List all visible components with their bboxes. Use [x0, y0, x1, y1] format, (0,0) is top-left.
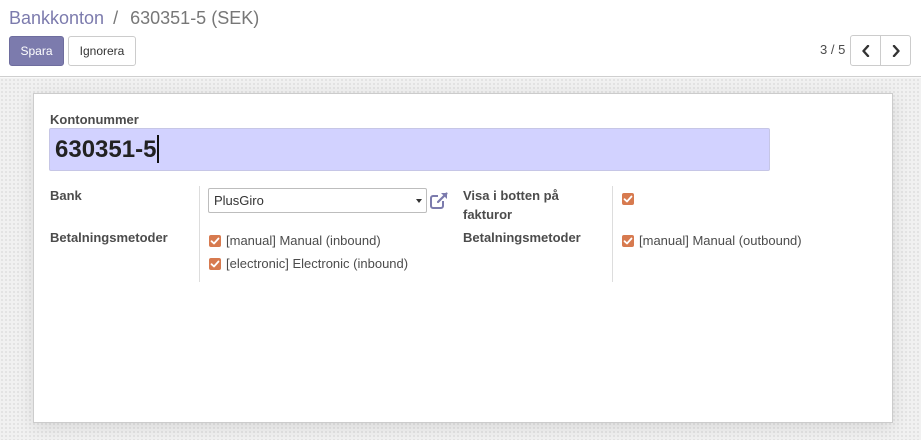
chevron-left-icon	[861, 44, 869, 57]
save-button[interactable]: Spara	[9, 36, 64, 66]
inbound-methods-label: Betalningsmetoder	[50, 230, 168, 245]
outbound-manual-label[interactable]: [manual] Manual (outbound)	[639, 233, 802, 249]
inbound-manual-checkbox[interactable]	[209, 235, 221, 247]
bank-label: Bank	[50, 188, 82, 203]
breadcrumb-separator: /	[113, 8, 119, 28]
account-number-label: Kontonummer	[50, 112, 139, 127]
inbound-electronic-checkbox[interactable]	[209, 258, 221, 270]
bank-select[interactable]: PlusGiro	[208, 188, 427, 213]
account-number-value: 630351-5	[55, 136, 157, 163]
pager-previous-button[interactable]	[850, 35, 881, 66]
inbound-manual-label[interactable]: [manual] Manual (inbound)	[226, 233, 381, 249]
breadcrumb-parent-link[interactable]: Bankkonton	[9, 8, 104, 28]
account-number-input[interactable]: 630351-5	[49, 128, 770, 171]
inbound-electronic-label[interactable]: [electronic] Electronic (inbound)	[226, 256, 408, 272]
caret-down-icon	[416, 199, 422, 203]
checkmark-icon	[210, 260, 220, 268]
outbound-methods-label: Betalningsmetoder	[463, 230, 581, 245]
control-panel: Bankkonton / 630351-5 (SEK) Spara Ignore…	[0, 0, 921, 77]
breadcrumb-current: 630351-5 (SEK)	[130, 8, 260, 28]
text-cursor	[157, 134, 159, 163]
checkmark-icon	[623, 237, 633, 245]
breadcrumb: Bankkonton / 630351-5 (SEK)	[9, 7, 259, 29]
show-on-invoice-label: Visa i botten på fakturor	[463, 188, 559, 222]
external-link-icon[interactable]	[429, 191, 449, 211]
chevron-right-icon	[892, 44, 900, 57]
checkmark-icon	[210, 237, 220, 245]
right-group-divider	[612, 186, 613, 282]
show-on-invoice-checkbox[interactable]	[622, 193, 634, 205]
outbound-manual-checkbox[interactable]	[622, 235, 634, 247]
left-group-divider	[199, 186, 200, 282]
pager-next-button[interactable]	[880, 35, 911, 66]
checkmark-icon	[623, 195, 633, 203]
discard-button[interactable]: Ignorera	[68, 36, 136, 66]
pager-value[interactable]: 3 / 5	[820, 42, 845, 57]
bank-select-value: PlusGiro	[214, 193, 264, 208]
